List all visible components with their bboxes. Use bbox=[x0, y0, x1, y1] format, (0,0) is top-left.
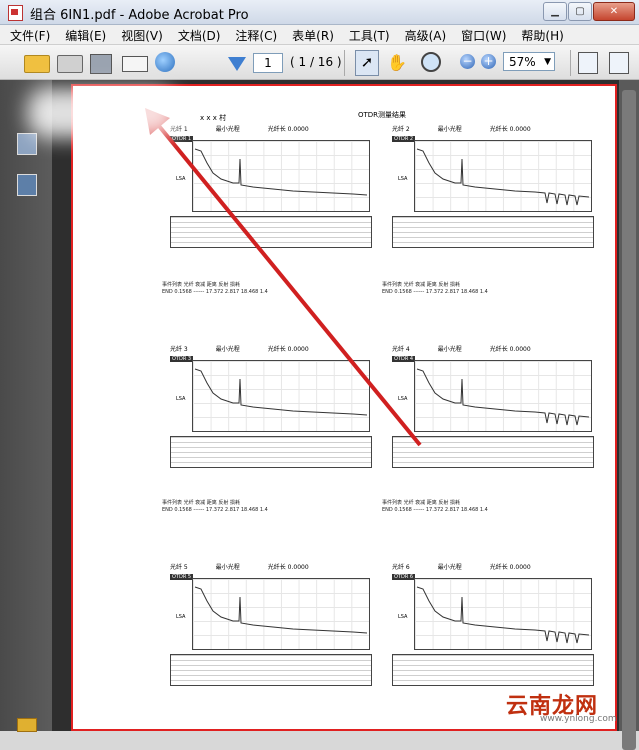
trace-line bbox=[416, 368, 590, 426]
close-button[interactable]: ✕ bbox=[593, 2, 635, 21]
panel-tag: OTDR 3 bbox=[170, 356, 194, 362]
pages-icon[interactable] bbox=[17, 133, 37, 155]
select-tool-icon[interactable]: ➚ bbox=[355, 50, 379, 76]
trace-svg bbox=[416, 368, 590, 426]
result-table bbox=[392, 654, 594, 686]
otdr-trace-plot bbox=[414, 578, 592, 650]
menu-file[interactable]: 文件(F) bbox=[10, 27, 50, 44]
collaborate-globe-icon[interactable] bbox=[155, 52, 175, 72]
otdr-panel: 光纤 6 最小光程 光纤长 0.0000 OTDR 6 LSA bbox=[392, 562, 598, 686]
zoom-in-icon[interactable]: + bbox=[481, 54, 496, 69]
trace-line bbox=[416, 148, 590, 206]
document-title: OTDR测量结果 bbox=[358, 111, 407, 119]
menu-comments[interactable]: 注释(C) bbox=[235, 27, 277, 44]
panel-tag: OTDR 5 bbox=[170, 574, 194, 580]
trace-svg bbox=[194, 368, 368, 416]
attachments-icon[interactable] bbox=[17, 174, 37, 196]
title-bar: 组合 6IN1.pdf - Adobe Acrobat Pro ▁ ▢ ✕ bbox=[0, 0, 639, 25]
panel-tag: OTDR 6 bbox=[392, 574, 416, 580]
page-count: ( 1 / 16 ) bbox=[290, 55, 342, 69]
zoom-tool-icon[interactable] bbox=[421, 52, 441, 72]
event-summary: 事件列表 光纤 衰减 距离 反射 损耗 END 0.1568 ------ 17.… bbox=[382, 282, 488, 295]
village-label: x x x 村 bbox=[200, 114, 227, 122]
watermark-url: www.ynlong.com bbox=[540, 714, 617, 724]
page-number-input[interactable]: 1 bbox=[253, 53, 283, 73]
panel-header: 光纤 2 最小光程 光纤长 0.0000 bbox=[392, 126, 531, 133]
acrobat-app-icon bbox=[8, 5, 23, 21]
result-table bbox=[392, 216, 594, 248]
otdr-panel: 光纤 2 最小光程 光纤长 0.0000 OTDR 2 LSA bbox=[392, 124, 598, 248]
menu-window[interactable]: 窗口(W) bbox=[461, 27, 506, 44]
panel-header: 光纤 4 最小光程 光纤长 0.0000 bbox=[392, 346, 531, 353]
panel-tag: OTDR 2 bbox=[392, 136, 416, 142]
panel-header: 光纤 1 最小光程 光纤长 0.0000 bbox=[170, 126, 309, 133]
open-folder-icon[interactable] bbox=[24, 55, 50, 73]
otdr-trace-plot bbox=[192, 140, 370, 212]
save-icon[interactable] bbox=[90, 54, 112, 74]
menu-forms[interactable]: 表单(R) bbox=[292, 27, 334, 44]
fit-page-icon[interactable] bbox=[578, 52, 598, 74]
trace-line bbox=[194, 586, 368, 634]
result-table bbox=[170, 654, 372, 686]
menu-document[interactable]: 文档(D) bbox=[178, 27, 221, 44]
result-table bbox=[170, 436, 372, 468]
otdr-trace-plot bbox=[414, 140, 592, 212]
trace-svg bbox=[416, 586, 590, 644]
menu-tools[interactable]: 工具(T) bbox=[349, 27, 390, 44]
otdr-panel: 光纤 4 最小光程 光纤长 0.0000 OTDR 4 LSA bbox=[392, 344, 598, 468]
result-table bbox=[392, 436, 594, 468]
panel-header: 光纤 5 最小光程 光纤长 0.0000 bbox=[170, 564, 309, 571]
toolbar-separator bbox=[570, 50, 571, 76]
next-page-icon[interactable] bbox=[228, 57, 246, 71]
panel-header: 光纤 3 最小光程 光纤长 0.0000 bbox=[170, 346, 309, 353]
window-controls: ▁ ▢ ✕ bbox=[543, 2, 635, 21]
print-icon[interactable] bbox=[57, 55, 83, 73]
event-summary: 事件列表 光纤 衰减 距离 反射 损耗 END 0.1568 ------ 17.… bbox=[162, 500, 268, 513]
menu-view[interactable]: 视图(V) bbox=[121, 27, 163, 44]
menu-help[interactable]: 帮助(H) bbox=[521, 27, 563, 44]
otdr-trace-plot bbox=[192, 360, 370, 432]
panel-header: 光纤 6 最小光程 光纤长 0.0000 bbox=[392, 564, 531, 571]
panel-tag: OTDR 4 bbox=[392, 356, 416, 362]
toolbar-separator bbox=[344, 50, 345, 76]
otdr-trace-plot bbox=[192, 578, 370, 650]
otdr-panel: 光纤 5 最小光程 光纤长 0.0000 OTDR 5 LSA bbox=[170, 562, 376, 686]
otdr-panel: 光纤 1 最小光程 光纤长 0.0000 OTDR 1 LSA bbox=[170, 124, 376, 248]
chevron-down-icon: ▼ bbox=[544, 57, 551, 67]
vertical-scrollbar[interactable] bbox=[619, 80, 639, 750]
zoom-level-select[interactable]: 57% ▼ bbox=[503, 52, 555, 71]
hand-tool-icon[interactable]: ✋ bbox=[387, 53, 407, 72]
panel-tag: OTDR 1 bbox=[170, 136, 194, 142]
trace-line bbox=[194, 148, 368, 196]
zoom-value: 57% bbox=[509, 55, 536, 69]
full-screen-icon[interactable] bbox=[609, 52, 629, 74]
trace-line bbox=[416, 586, 590, 644]
email-icon[interactable] bbox=[122, 56, 148, 72]
menu-bar: 文件(F) 编辑(E) 视图(V) 文档(D) 注释(C) 表单(R) 工具(T… bbox=[0, 25, 639, 45]
maximize-button[interactable]: ▢ bbox=[568, 2, 592, 21]
trace-svg bbox=[194, 148, 368, 196]
otdr-trace-plot bbox=[414, 360, 592, 432]
minimize-button[interactable]: ▁ bbox=[543, 2, 567, 21]
folder-icon[interactable] bbox=[17, 718, 37, 732]
trace-line bbox=[194, 368, 368, 416]
unit-label: LSA bbox=[176, 396, 186, 402]
zoom-out-icon[interactable]: − bbox=[460, 54, 475, 69]
trace-svg bbox=[416, 148, 590, 206]
unit-label: LSA bbox=[176, 614, 186, 620]
otdr-panel: 光纤 3 最小光程 光纤长 0.0000 OTDR 3 LSA bbox=[170, 344, 376, 468]
event-summary: 事件列表 光纤 衰减 距离 反射 损耗 END 0.1568 ------ 17.… bbox=[382, 500, 488, 513]
result-table bbox=[170, 216, 372, 248]
unit-label: LSA bbox=[398, 614, 408, 620]
unit-label: LSA bbox=[398, 396, 408, 402]
blurred-region bbox=[28, 88, 178, 138]
menu-advanced[interactable]: 高级(A) bbox=[405, 27, 447, 44]
unit-label: LSA bbox=[398, 176, 408, 182]
trace-svg bbox=[194, 586, 368, 634]
menu-edit[interactable]: 编辑(E) bbox=[65, 27, 106, 44]
scrollbar-thumb[interactable] bbox=[622, 90, 636, 750]
event-summary: 事件列表 光纤 衰减 距离 反射 损耗 END 0.1568 ------ 17.… bbox=[162, 282, 268, 295]
unit-label: LSA bbox=[176, 176, 186, 182]
window-title: 组合 6IN1.pdf - Adobe Acrobat Pro bbox=[30, 8, 249, 23]
